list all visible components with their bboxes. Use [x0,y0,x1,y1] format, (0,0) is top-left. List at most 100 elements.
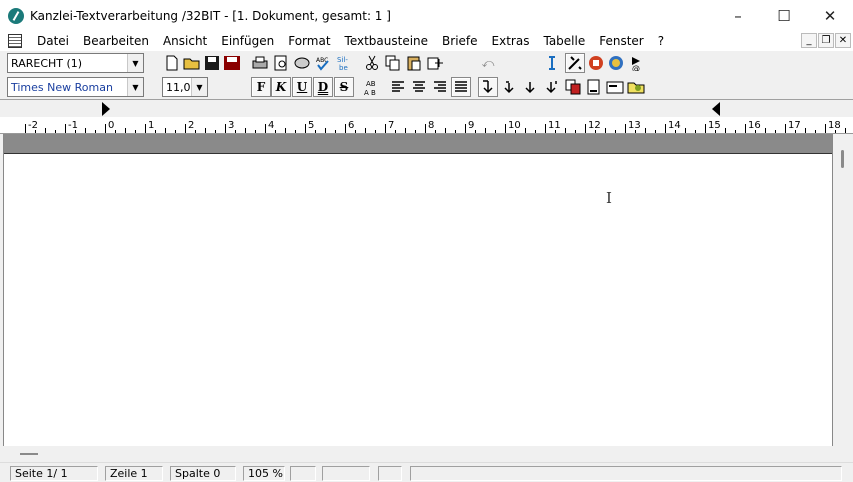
status-field-1 [290,466,316,481]
chevron-down-icon[interactable]: ▼ [191,78,207,96]
ruler-minor-tick [575,130,576,133]
align-right-icon[interactable] [430,77,450,97]
mdi-close-button[interactable]: ✕ [835,33,851,48]
ruler-major-tick [665,124,666,133]
double-underline-button[interactable]: D [313,77,333,97]
print-icon[interactable] [250,53,270,73]
chevron-down-icon[interactable]: ▼ [127,54,143,72]
menu-fenster[interactable]: Fenster [592,34,651,48]
horizontal-scrollbar[interactable] [0,446,853,462]
new-document-icon[interactable] [162,53,182,73]
vertical-scrollbar[interactable] [834,134,853,446]
vertical-scroll-thumb[interactable] [841,150,844,168]
copy-icon[interactable] [383,53,403,73]
fax-icon[interactable] [292,53,312,73]
ruler-label: 5 [308,120,315,131]
ruler-label: 7 [388,120,395,131]
ruler-minor-tick [645,128,646,133]
undo-icon[interactable]: ⤺ [478,53,498,73]
close-button[interactable]: ✕ [807,0,853,31]
mouse-text-cursor-icon: I [606,189,612,207]
ruler[interactable]: -2 -1 0 1 2 3 4 5 6 7 8 9 10 11 12 13 14 15 16 17 18 [0,117,853,134]
menu-help[interactable]: ? [651,34,671,48]
style-combo[interactable]: RARECHT (1) ▼ [7,53,144,73]
font-size-combo[interactable]: 11,0 ▼ [162,77,208,97]
open-folder-icon[interactable] [182,53,202,73]
app-icon[interactable] [8,7,24,24]
ruler-minor-tick [655,130,656,133]
cut-icon[interactable] [362,53,382,73]
folder-attach-icon[interactable] [626,77,646,97]
line-spacing-1-icon[interactable] [478,77,498,97]
horizontal-scroll-thumb[interactable] [20,453,38,455]
font-combo[interactable]: Times New Roman ▼ [7,77,144,97]
bold-button[interactable]: F [251,77,271,97]
minimize-button[interactable]: – [715,0,761,31]
ruler-minor-tick [685,128,686,133]
menu-bearbeiten[interactable]: Bearbeiten [76,34,156,48]
cursor-tool-icon[interactable] [542,53,562,73]
line-spacing-2-icon[interactable] [520,77,540,97]
status-field-2 [322,466,370,481]
record-icon[interactable] [586,53,606,73]
ruler-minor-tick [175,130,176,133]
menu-extras[interactable]: Extras [485,34,537,48]
print-preview-icon[interactable] [271,53,291,73]
ruler-minor-tick [115,130,116,133]
menu-ansicht[interactable]: Ansicht [156,34,214,48]
ruler-minor-tick [715,130,716,133]
insert-special-icon[interactable] [425,53,445,73]
copy-format-icon[interactable] [563,77,583,97]
mdi-minimize-button[interactable]: _ [801,33,817,48]
style-value: RARECHT (1) [11,56,83,70]
ruler-minor-tick [845,128,846,133]
chevron-down-icon[interactable]: ▼ [127,78,143,96]
toolbar-area: RARECHT (1) ▼ ABC Sil-be ⤺ @ Times New R… [0,51,853,99]
align-left-icon[interactable] [388,77,408,97]
document-menu-icon[interactable] [8,34,22,48]
right-indent-marker[interactable] [712,102,720,116]
align-center-icon[interactable] [409,77,429,97]
ruler-label: 3 [228,120,235,131]
window-controls: – ☐ ✕ [715,0,853,31]
line-spacing-15-icon[interactable] [499,77,519,97]
save-all-icon[interactable] [222,53,242,73]
hyphenation-icon[interactable]: Sil-be [334,53,354,73]
status-zoom: 105 % [243,466,285,481]
ruler-minor-tick [375,130,376,133]
ruler-major-tick [25,124,26,133]
menu-tabelle[interactable]: Tabelle [536,34,592,48]
svg-text:Sil-: Sil- [337,56,348,64]
menu-format[interactable]: Format [281,34,337,48]
left-indent-marker[interactable] [102,102,110,116]
menu-bar: Datei Bearbeiten Ansicht Einfügen Format… [0,31,853,51]
ruler-minor-tick [295,130,296,133]
menu-textbausteine[interactable]: Textbausteine [338,34,436,48]
menu-briefe[interactable]: Briefe [435,34,485,48]
mdi-restore-button[interactable]: ❐ [818,33,834,48]
save-icon[interactable] [202,53,222,73]
globe-icon[interactable] [606,53,626,73]
menu-einfuegen[interactable]: Einfügen [214,34,281,48]
ruler-label: -2 [28,120,38,131]
tools-icon[interactable] [565,53,585,73]
align-justify-icon[interactable] [451,77,471,97]
menu-datei[interactable]: Datei [30,34,76,48]
page-icon[interactable] [584,77,604,97]
envelope-icon[interactable] [605,77,625,97]
maximize-button[interactable]: ☐ [761,0,807,31]
status-column: Spalte 0 [170,466,236,481]
ruler-minor-tick [325,128,326,133]
spellcheck-icon[interactable]: ABC [313,53,333,73]
document-area[interactable] [3,134,833,446]
underline-button[interactable]: U [292,77,312,97]
paste-icon[interactable] [404,53,424,73]
email-icon[interactable]: @ [627,53,647,73]
case-change-icon[interactable]: AB A B [362,77,382,97]
document-page[interactable] [4,154,832,446]
ruler-label: 1 [148,120,155,131]
line-spacing-custom-icon[interactable] [541,77,561,97]
strikethrough-button[interactable]: S [334,77,354,97]
ruler-minor-tick [45,128,46,133]
italic-button[interactable]: K [271,77,291,97]
